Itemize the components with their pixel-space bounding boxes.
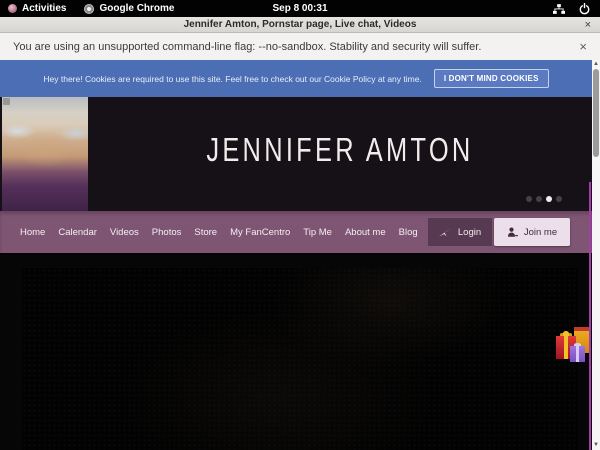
infobar-message: You are using an unsupported command-lin…	[13, 41, 481, 53]
nav-item-calendar[interactable]: Calendar	[58, 227, 97, 238]
video-player-area[interactable]	[22, 268, 578, 450]
cookie-accept-button[interactable]: I DON'T MIND COOKIES	[434, 69, 549, 88]
page-edge-accent-line	[589, 182, 591, 450]
carousel-dot-4[interactable]	[556, 196, 562, 202]
gnome-top-bar: Sep 8 00:31 Activities Google Chrome	[0, 0, 600, 17]
activities-icon	[8, 4, 17, 13]
browser-viewport: Hey there! Cookies are required to use t…	[0, 60, 600, 450]
scroll-down-icon[interactable]: ▼	[592, 441, 600, 450]
nav-items: Home Calendar Videos Photos Store My FanCentr…	[20, 211, 418, 253]
app-name-label: Google Chrome	[99, 3, 174, 14]
join-me-button[interactable]: Join me	[494, 218, 570, 246]
cookie-consent-bar: Hey there! Cookies are required to use t…	[0, 60, 592, 97]
main-content	[0, 253, 592, 450]
nav-item-store[interactable]: Store	[194, 227, 217, 238]
hero-banner: JENNIFER AMTON	[0, 97, 592, 211]
chrome-infobar: You are using an unsupported command-lin…	[0, 33, 600, 60]
nav-item-videos[interactable]: Videos	[110, 227, 139, 238]
cookie-message: Hey there! Cookies are required to use t…	[43, 74, 421, 84]
window-title: Jennifer Amton, Pornstar page, Live chat…	[184, 19, 417, 30]
window-close-icon[interactable]: ×	[585, 17, 591, 32]
activities-button[interactable]: Activities	[8, 3, 66, 14]
page-title-text: JENNIFER AMTON	[206, 131, 473, 170]
thumbnail-corner-icon	[3, 98, 10, 105]
nav-item-blog[interactable]: Blog	[399, 227, 418, 238]
activities-label: Activities	[22, 3, 66, 14]
nav-item-photos[interactable]: Photos	[152, 227, 182, 238]
infobar-close-icon[interactable]: ×	[579, 39, 587, 54]
nav-item-my-fancentro[interactable]: My FanCentro	[230, 227, 290, 238]
scrollbar-thumb[interactable]	[593, 69, 599, 157]
gifts-widget[interactable]	[554, 326, 592, 364]
system-tray[interactable]	[553, 0, 590, 17]
focused-app-menu[interactable]: Google Chrome	[84, 3, 174, 14]
chrome-icon	[84, 4, 94, 14]
join-me-label: Join me	[524, 227, 557, 238]
login-label: Login	[458, 227, 481, 238]
carousel-dots	[526, 196, 562, 202]
power-icon	[579, 3, 590, 15]
carousel-dot-2[interactable]	[536, 196, 542, 202]
purple-gift-icon	[570, 346, 585, 362]
hero-thumbnail-image[interactable]	[2, 97, 88, 211]
scroll-up-icon[interactable]: ▲	[592, 60, 600, 69]
carousel-dot-3[interactable]	[546, 196, 552, 202]
network-icon	[553, 4, 565, 14]
nav-item-about-me[interactable]: About me	[345, 227, 386, 238]
page-title: JENNIFER AMTON	[88, 127, 592, 173]
person-add-icon	[507, 227, 518, 238]
send-arrow-icon	[439, 227, 452, 237]
site-nav-bar: Home Calendar Videos Photos Store My FanCentr…	[0, 211, 592, 253]
screen: Sep 8 00:31 Activities Google Chrome	[0, 0, 600, 450]
login-button[interactable]: Login	[428, 218, 492, 246]
window-title-bar[interactable]: Jennifer Amton, Pornstar page, Live chat…	[0, 17, 600, 33]
nav-item-home[interactable]: Home	[20, 227, 45, 238]
nav-item-tip-me[interactable]: Tip Me	[303, 227, 332, 238]
carousel-dot-1[interactable]	[526, 196, 532, 202]
vertical-scrollbar[interactable]: ▲ ▼	[592, 60, 600, 450]
